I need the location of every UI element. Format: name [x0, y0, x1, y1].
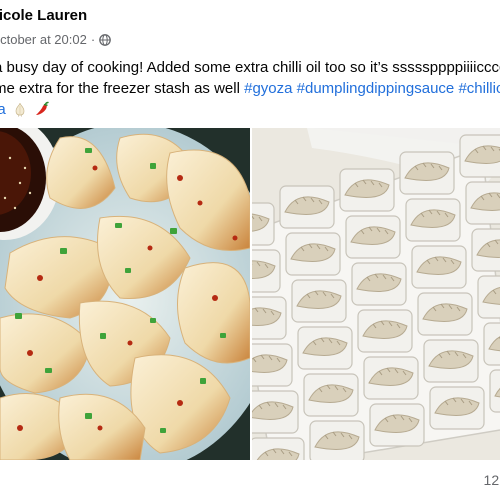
chili-pepper-emoji — [36, 101, 49, 115]
globe-icon[interactable] — [99, 33, 112, 46]
post-text-line: a busy day of cooking! Added some extra … — [0, 59, 500, 76]
hashtag-continued[interactable]: ia — [0, 101, 6, 118]
comments-count[interactable]: 12 c — [484, 472, 500, 488]
hashtag-dumplingdippingsauce[interactable]: #dumplingdippingsauce — [297, 80, 455, 97]
post-card: Nicole Lauren October at 20:02 · a busy … — [0, 0, 500, 500]
separator-dot: · — [90, 32, 96, 47]
post-timestamp[interactable]: October at 20:02 — [0, 32, 87, 47]
gyoza-tray-illustration — [252, 128, 500, 460]
post-meta: October at 20:02 · — [0, 32, 112, 47]
cooked-gyoza-photo[interactable] — [0, 128, 250, 460]
cooked-gyoza-illustration — [0, 128, 250, 460]
post-body-text: a busy day of cooking! Added some extra … — [0, 57, 500, 120]
post-text-fragment: me extra for the freezer stash as well — [0, 80, 245, 97]
frozen-gyoza-tray-photo[interactable] — [252, 128, 500, 460]
hashtag-gyoza[interactable]: #gyoza — [244, 80, 292, 97]
post-author-name[interactable]: Nicole Lauren — [0, 7, 87, 24]
hashtag-chilli[interactable]: #chillic — [458, 80, 500, 97]
post-text-line: ia — [0, 99, 500, 120]
post-text-line: me extra for the freezer stash as well #… — [0, 78, 500, 99]
garlic-emoji — [15, 102, 25, 117]
